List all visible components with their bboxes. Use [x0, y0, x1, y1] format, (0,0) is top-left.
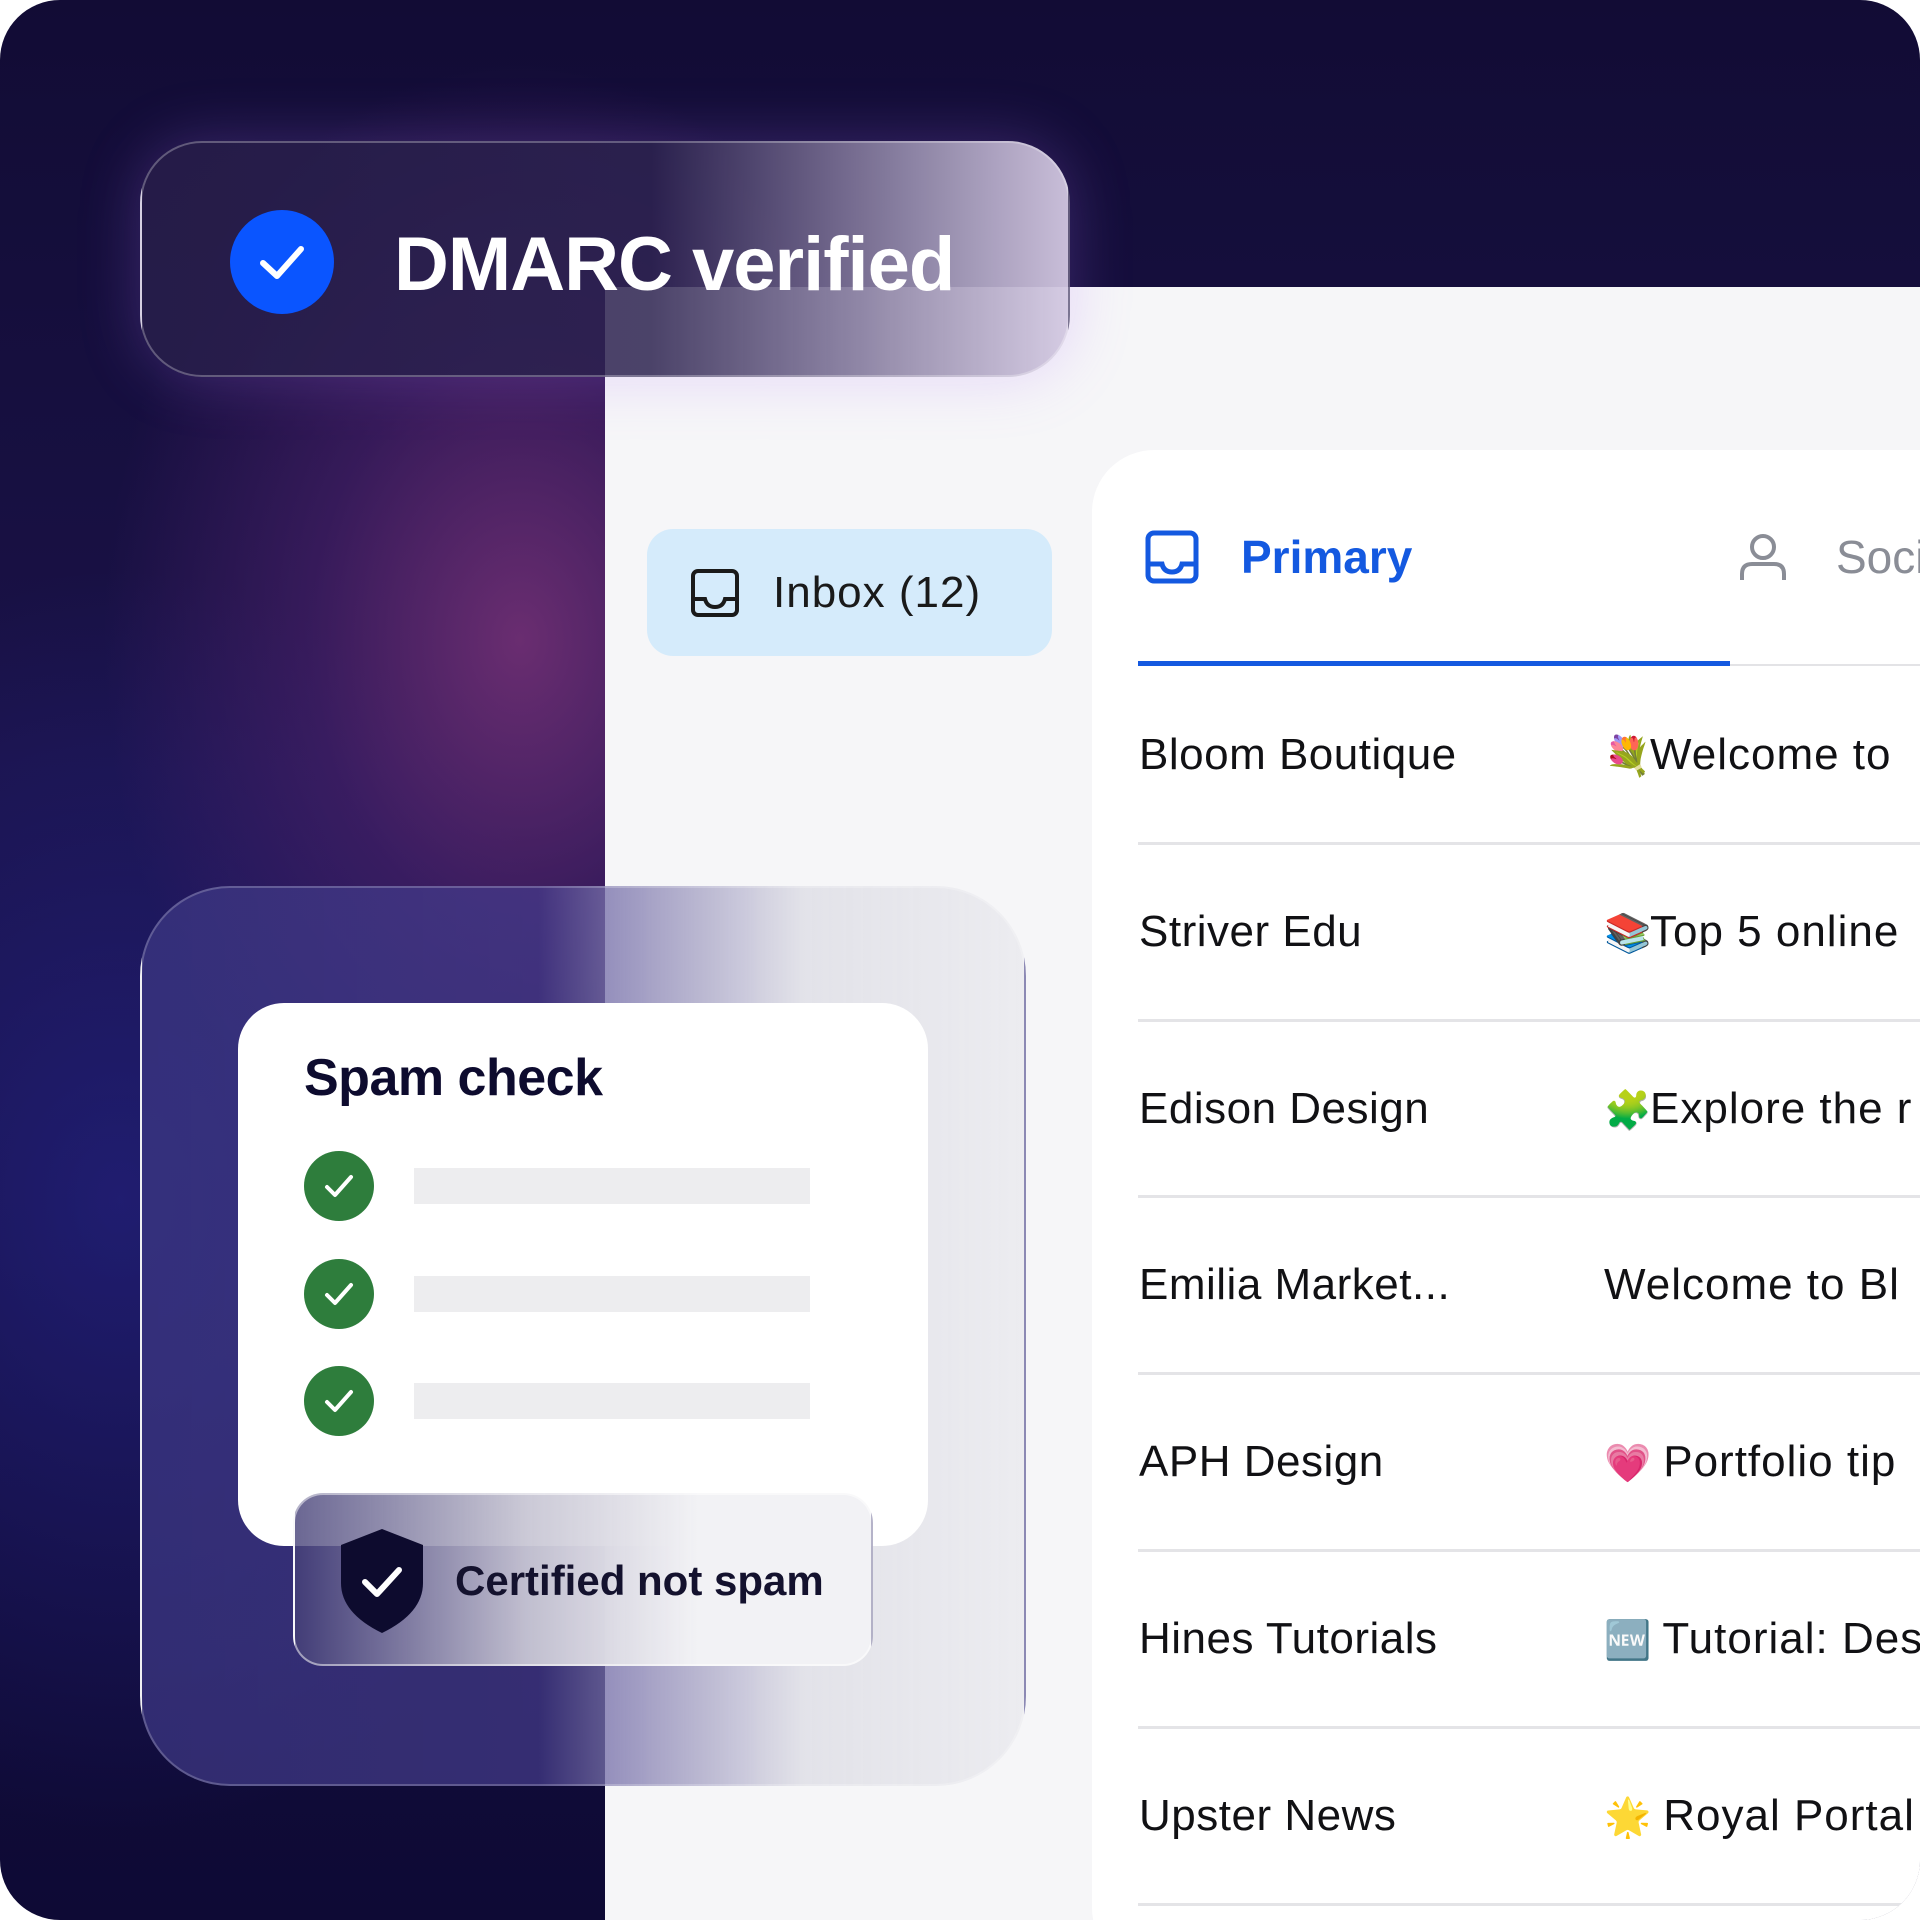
person-icon	[1740, 534, 1786, 580]
email-sender: Bloom Boutique	[1139, 730, 1457, 779]
email-subject: 💐Welcome to	[1604, 730, 1892, 779]
spam-check-item	[304, 1259, 810, 1329]
shield-check-icon	[341, 1529, 423, 1633]
email-row[interactable]: Striver Edu 📚Top 5 online	[1138, 845, 1920, 1022]
tab-label: Soci	[1836, 531, 1920, 583]
inbox-icon	[1145, 530, 1199, 584]
email-subject: 🌟 Royal Portal	[1604, 1790, 1915, 1840]
placeholder-bar	[414, 1168, 810, 1204]
email-sender: Emilia Market...	[1139, 1260, 1451, 1310]
email-sender: APH Design	[1139, 1437, 1384, 1487]
email-subject: 📚Top 5 online	[1604, 906, 1900, 956]
star-icon: 🌟	[1604, 1796, 1653, 1839]
email-sender: Edison Design	[1139, 1083, 1430, 1133]
check-icon	[304, 1259, 374, 1329]
new-badge-icon: 🆕	[1604, 1619, 1653, 1662]
email-sender: Striver Edu	[1139, 906, 1363, 956]
certified-not-spam-badge: Certified not spam	[293, 1493, 873, 1666]
background: Inbox (12) Primary Soci Bloom Boutique 💐…	[0, 0, 1920, 1920]
sidebar-item-inbox[interactable]: Inbox (12)	[647, 529, 1052, 656]
heart-icon: 💗	[1604, 1443, 1653, 1486]
tab-label: Primary	[1241, 531, 1413, 583]
bouquet-icon: 💐	[1604, 736, 1653, 778]
email-list: Bloom Boutique 💐Welcome to Striver Edu 📚…	[1138, 668, 1920, 1906]
email-subject: 🆕 Tutorial: Des	[1604, 1613, 1920, 1663]
certified-label: Certified not spam	[455, 1557, 824, 1604]
puzzle-icon: 🧩	[1604, 1089, 1653, 1132]
email-subject: 🧩Explore the r	[1604, 1083, 1913, 1133]
tab-social[interactable]: Soci	[1738, 530, 1920, 584]
email-row[interactable]: Emilia Market... Welcome to Bl	[1138, 1198, 1920, 1376]
email-row[interactable]: Bloom Boutique 💐Welcome to	[1138, 668, 1920, 845]
active-tab-indicator	[1138, 661, 1730, 666]
check-icon	[304, 1151, 374, 1221]
placeholder-bar	[414, 1383, 810, 1419]
check-icon	[230, 210, 334, 314]
email-row[interactable]: Edison Design 🧩Explore the r	[1138, 1022, 1920, 1199]
email-subject: Welcome to Bl	[1604, 1260, 1900, 1310]
tab-divider	[1730, 664, 1920, 666]
email-row[interactable]: Hines Tutorials 🆕 Tutorial: Des	[1138, 1552, 1920, 1729]
email-sender: Upster News	[1139, 1790, 1397, 1840]
inbox-icon	[691, 568, 739, 617]
dmarc-title: DMARC verified	[394, 222, 955, 307]
placeholder-bar	[414, 1276, 810, 1312]
email-sender: Hines Tutorials	[1139, 1613, 1438, 1663]
email-row[interactable]: Upster News 🌟 Royal Portal	[1138, 1729, 1920, 1906]
email-row[interactable]: APH Design 💗 Portfolio tip	[1138, 1375, 1920, 1552]
tab-primary[interactable]: Primary	[1145, 530, 1412, 584]
inbox-label: Inbox (12)	[773, 567, 982, 617]
spam-check-title: Spam check	[304, 1049, 603, 1107]
spam-check-item	[304, 1151, 810, 1221]
email-subject: 💗 Portfolio tip	[1604, 1437, 1897, 1487]
books-icon: 📚	[1604, 912, 1653, 955]
spam-check-item	[304, 1366, 810, 1436]
dmarc-verified-badge: DMARC verified	[140, 141, 1070, 377]
check-icon	[304, 1366, 374, 1436]
